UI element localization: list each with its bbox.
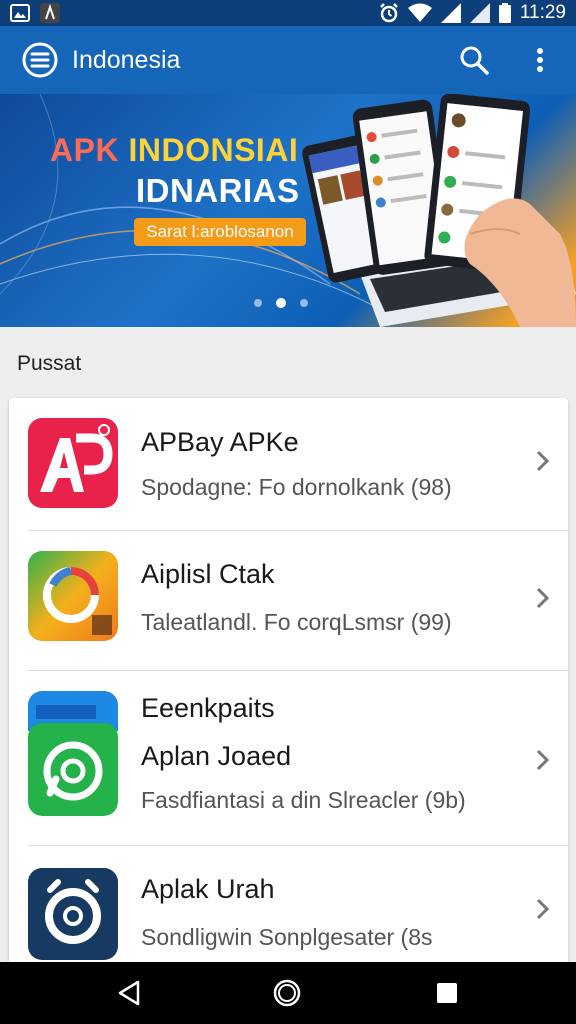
gallery-notification-icon [10, 4, 30, 22]
clock: 11:29 [519, 2, 566, 23]
app-subtitle: Taleatlandl. Fo corqLsmsr (99) [141, 609, 452, 635]
app-name: Aplan Joaed [141, 741, 292, 771]
app-subtitle: Sondligwin Sonplgesater (8s [141, 924, 433, 950]
recents-icon[interactable] [432, 978, 462, 1008]
app-notification-icon [40, 3, 60, 23]
more-options-icon[interactable] [528, 44, 552, 76]
battery-icon [498, 3, 511, 23]
promo-banner[interactable]: APK INDONSIAI IDNARIAS Sarat l:aroblosan… [0, 94, 576, 327]
app-bar-title: Indonesia [72, 46, 181, 74]
banner-headline-apk: APK [50, 132, 120, 168]
chevron-right-icon [536, 450, 550, 472]
app-bar: Indonesia [0, 26, 576, 94]
app-name: APBay APKe [141, 427, 299, 457]
chevron-right-icon [536, 587, 550, 609]
app-subtitle: Spodagne: Fo dornolkank (98) [141, 474, 452, 500]
wifi-icon [407, 3, 432, 22]
ap-logo-icon [28, 418, 118, 508]
list-item[interactable]: Eeenkpaits Aplan Joaed Fasdfiantasi a di… [9, 671, 568, 845]
section-title: Pussat [17, 352, 82, 375]
whatsapp-like-icon [28, 691, 118, 816]
banner-subheadline: IDNARIAS [136, 172, 300, 209]
chevron-right-icon [536, 898, 550, 920]
list-item[interactable]: Aiplisl Ctak Taleatlandl. Fo corqLsmsr (… [9, 531, 568, 670]
search-icon[interactable] [458, 44, 490, 76]
signal-2-icon [469, 3, 490, 23]
app-category: Eeenkpaits [141, 693, 275, 723]
pager-dot-active[interactable] [276, 298, 286, 308]
pager-dot[interactable] [254, 299, 262, 307]
camera-lens-icon [28, 868, 118, 960]
menu-icon[interactable] [22, 42, 58, 78]
app-subtitle: Fasdfiantasi a din Slreacler (9b) [141, 787, 466, 813]
app-name: Aiplisl Ctak [141, 559, 275, 589]
pager-dot[interactable] [300, 299, 308, 307]
list-item[interactable]: Aplak Urah Sondligwin Sonplgesater (8s [9, 846, 568, 968]
list-item[interactable]: APBay APKe Spodagne: Fo dornolkank (98) [9, 398, 568, 530]
system-navigation-bar [0, 962, 576, 1024]
banner-headline: APK INDONSIAI [50, 132, 298, 169]
banner-headline-indonesia: INDONSIAI [128, 132, 299, 168]
banner-cta-button[interactable]: Sarat l:aroblosanon [134, 218, 306, 246]
signal-icon [440, 3, 461, 23]
colorful-g-logo-icon [28, 551, 118, 641]
home-icon[interactable] [272, 978, 302, 1008]
app-list: APBay APKe Spodagne: Fo dornolkank (98) [9, 398, 568, 968]
chevron-right-icon [536, 749, 550, 771]
back-icon[interactable] [114, 978, 144, 1008]
banner-pager [254, 298, 308, 308]
status-bar: 11:29 [0, 0, 576, 26]
banner-swoosh-decoration [0, 94, 576, 327]
app-name: Aplak Urah [141, 874, 275, 904]
alarm-icon [379, 3, 398, 23]
